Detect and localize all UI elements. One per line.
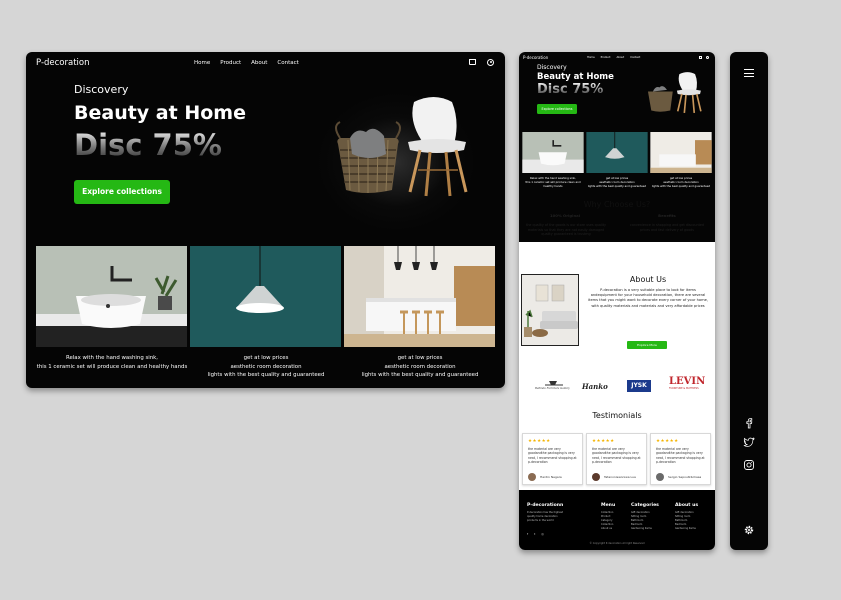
product-card-sink[interactable] bbox=[36, 246, 187, 347]
testimonial-name: Hardin Negara bbox=[540, 475, 562, 479]
hero-title: Beauty at Home bbox=[74, 102, 246, 124]
nav-contact[interactable]: Contact bbox=[277, 60, 298, 66]
gear-icon[interactable] bbox=[743, 524, 755, 536]
mobile-card-kitchen[interactable] bbox=[650, 132, 712, 173]
nav-links: Home Product About Contact bbox=[194, 60, 299, 66]
rating-stars: ★★★★★ bbox=[592, 439, 615, 444]
explore-more-button[interactable]: Explore More bbox=[627, 341, 667, 349]
why-col2-title: Benefits bbox=[658, 213, 676, 218]
testimonial-card-1: ★★★★★ the material are very goodandthe p… bbox=[522, 433, 583, 485]
footer-menu-list: Collection Product Category Collection A… bbox=[601, 511, 614, 530]
mobile-kitchen-image bbox=[650, 132, 712, 173]
mobile-hero-discount: Disc 75% bbox=[537, 82, 604, 97]
mobile-card-caption-3: get at low prices aesthetic room decorat… bbox=[651, 176, 711, 188]
chair-image bbox=[408, 97, 468, 197]
mobile-card-caption-1: Relax with the hand washing sink, this 1… bbox=[525, 176, 581, 188]
testimonial-card-2: ★★★★★ the material are very goodandthe p… bbox=[586, 433, 647, 485]
desktop-frame: P-decoration Home Product About Contact … bbox=[26, 52, 505, 388]
testimonial-card-3: ★★★★★ the material are very goodandthe p… bbox=[650, 433, 711, 485]
avatar bbox=[592, 473, 600, 481]
avatar bbox=[528, 473, 536, 481]
mobile-sink-image bbox=[522, 132, 584, 173]
mobile-user-icon[interactable] bbox=[706, 56, 709, 59]
footer-categories-list: Gift decoration Sitting room Bathroom Be… bbox=[631, 511, 652, 530]
mobile-nav-product[interactable]: Product bbox=[601, 56, 611, 59]
hero-subtitle: Discovery bbox=[74, 83, 129, 96]
nav-home[interactable]: Home bbox=[194, 60, 210, 66]
about-image bbox=[521, 274, 579, 346]
testimonial-name: Sergio Sepoutkbcliasa bbox=[668, 475, 702, 479]
product-card-lamp[interactable] bbox=[190, 246, 341, 347]
lamp-image bbox=[190, 246, 341, 347]
brand-ballinda: Ballinda Furniture Gallery bbox=[535, 378, 575, 397]
twitter-icon[interactable]: t bbox=[534, 532, 535, 536]
about-title: About Us bbox=[629, 275, 667, 284]
why-choose-title: Why Choose Us? bbox=[583, 200, 651, 209]
desktop-navbar: P-decoration Home Product About Contact bbox=[26, 52, 505, 74]
explore-collections-button[interactable]: Explore collections bbox=[74, 180, 170, 204]
mobile-card-caption-2: get at low prices aesthetic room decorat… bbox=[587, 176, 647, 188]
testimonials-title: Testimonials bbox=[592, 411, 642, 420]
why-col1-title: 100% Original bbox=[549, 213, 581, 218]
footer-about-list: Gift decoration Sitting room Bathroom Be… bbox=[675, 511, 696, 530]
about-text: P-decoration is a very suitable place to… bbox=[588, 288, 708, 308]
testimonial-text: the material are very goodandthe packagi… bbox=[592, 447, 641, 465]
mobile-page-frame: P-decoration Home Product About Contact … bbox=[519, 52, 715, 550]
mobile-nav-contact[interactable]: Contact bbox=[630, 56, 640, 59]
why-col1-text: the quality of the goods is our store us… bbox=[526, 223, 606, 237]
footer-brand-text: P-decoration has the highest quality hom… bbox=[527, 511, 563, 522]
footer-menu-title: Menu bbox=[601, 503, 616, 508]
hero-product-image bbox=[335, 97, 468, 197]
basket-image bbox=[335, 121, 401, 193]
mobile-hero-subtitle: Discovery bbox=[537, 64, 567, 71]
mobile-nav-links: Home Product About Contact bbox=[587, 56, 640, 59]
footer-social: f t ◎ bbox=[527, 532, 544, 536]
footer-brand[interactable]: P-decorationn bbox=[527, 503, 563, 508]
facebook-icon[interactable] bbox=[743, 417, 755, 429]
rating-stars: ★★★★★ bbox=[656, 439, 679, 444]
mobile-logo[interactable]: P-decoration bbox=[523, 55, 548, 60]
why-col2-text: convenience in shopping and get discount… bbox=[630, 223, 704, 232]
mobile-nav-home[interactable]: Home bbox=[587, 56, 595, 59]
testimonial-text: the material are very goodandthe packagi… bbox=[528, 447, 577, 465]
nav-product[interactable]: Product bbox=[220, 60, 241, 66]
card-caption-2: get at low prices aesthetic room decorat… bbox=[207, 355, 325, 378]
cart-icon[interactable] bbox=[469, 59, 476, 65]
testimonial-text: the material are very goodandthe packagi… bbox=[656, 447, 705, 465]
mobile-hero-title: Beauty at Home bbox=[537, 72, 614, 82]
facebook-icon[interactable]: f bbox=[527, 532, 528, 536]
footer-copyright: © Copyright P-decoration All right Reser… bbox=[589, 542, 645, 545]
sink-image bbox=[36, 246, 187, 347]
mobile-lamp-image bbox=[586, 132, 648, 173]
sidebar-frame bbox=[730, 52, 768, 550]
user-icon[interactable] bbox=[487, 59, 494, 66]
hero-discount: Disc 75% bbox=[74, 128, 222, 162]
mobile-explore-button[interactable]: Explore collections bbox=[537, 104, 577, 114]
card-caption-1: Relax with the hand washing sink, this 1… bbox=[36, 355, 188, 370]
instagram-icon[interactable] bbox=[743, 459, 755, 471]
mobile-hero-product-image bbox=[647, 72, 702, 114]
mobile-cart-icon[interactable] bbox=[699, 56, 702, 59]
brand-hanko: Hanko bbox=[582, 382, 608, 391]
twitter-icon[interactable] bbox=[743, 436, 755, 448]
mobile-nav-about[interactable]: About bbox=[617, 56, 625, 59]
hamburger-menu-icon[interactable] bbox=[744, 69, 754, 77]
mobile-card-sink[interactable] bbox=[522, 132, 584, 173]
brand-jysk: JYSK bbox=[627, 380, 651, 392]
product-card-kitchen[interactable] bbox=[344, 246, 495, 347]
avatar bbox=[656, 473, 664, 481]
rating-stars: ★★★★★ bbox=[528, 439, 551, 444]
nav-about[interactable]: About bbox=[251, 60, 267, 66]
footer: P-decorationn P-decoration has the highe… bbox=[519, 490, 715, 550]
testimonial-name: Tatanoniswoniwa Lua bbox=[604, 475, 636, 479]
footer-categories-title: Categories bbox=[631, 503, 659, 508]
brand-levin: LEVIN FURNITURE & MATTRESS bbox=[669, 376, 706, 390]
instagram-icon[interactable]: ◎ bbox=[541, 532, 544, 536]
mobile-card-lamp[interactable] bbox=[586, 132, 648, 173]
card-caption-3: get at low prices aesthetic room decorat… bbox=[361, 355, 479, 378]
logo[interactable]: P-decoration bbox=[36, 58, 90, 68]
kitchen-image bbox=[344, 246, 495, 347]
footer-about-title: About us bbox=[675, 503, 699, 508]
